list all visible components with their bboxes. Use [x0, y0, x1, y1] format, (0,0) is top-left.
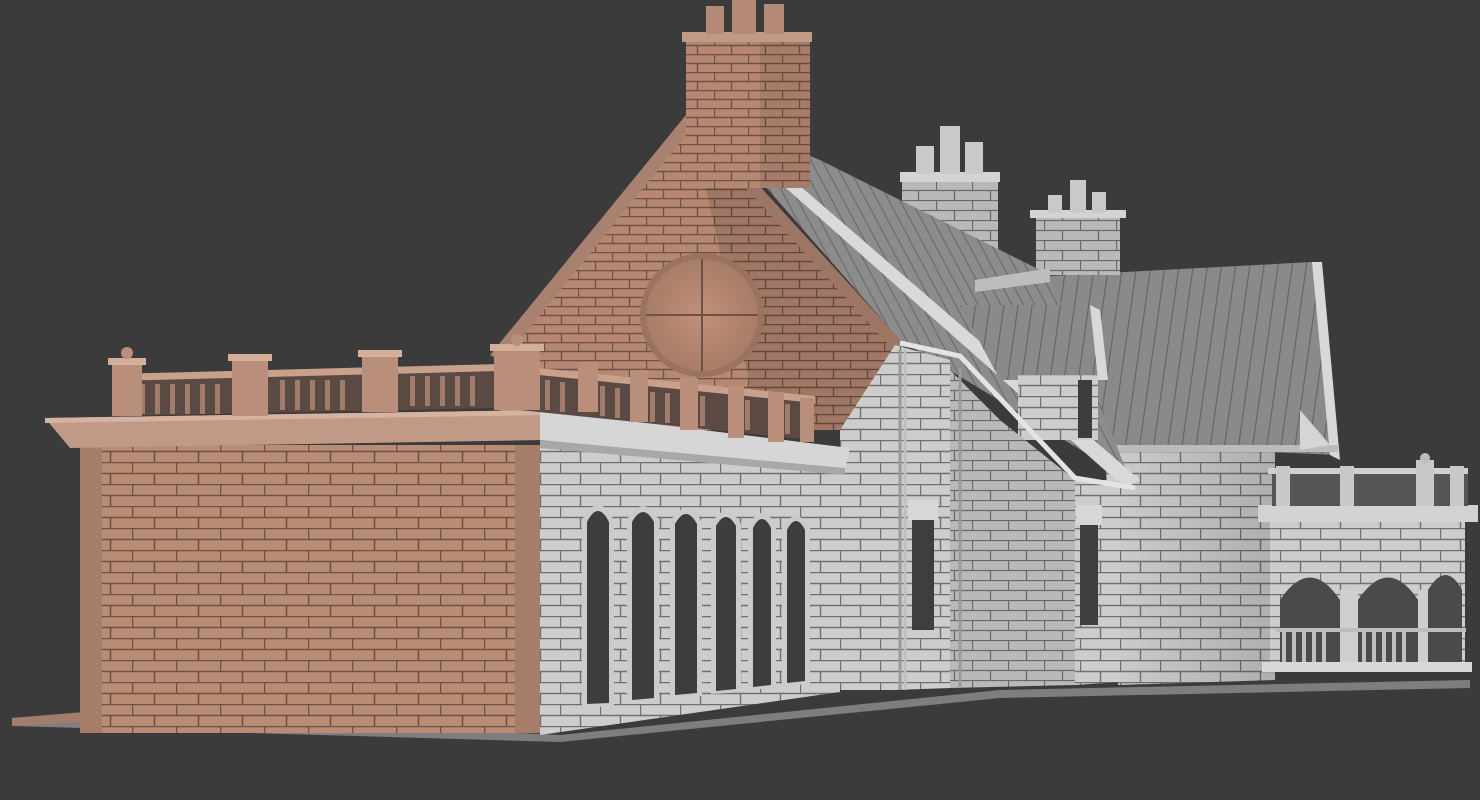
- chimney-right: [1030, 180, 1126, 275]
- render-viewport: [0, 0, 1480, 800]
- porch: [1258, 453, 1478, 672]
- chimney-main: [682, 0, 812, 188]
- building-render: [12, 0, 1478, 742]
- left-block-front: [45, 410, 545, 733]
